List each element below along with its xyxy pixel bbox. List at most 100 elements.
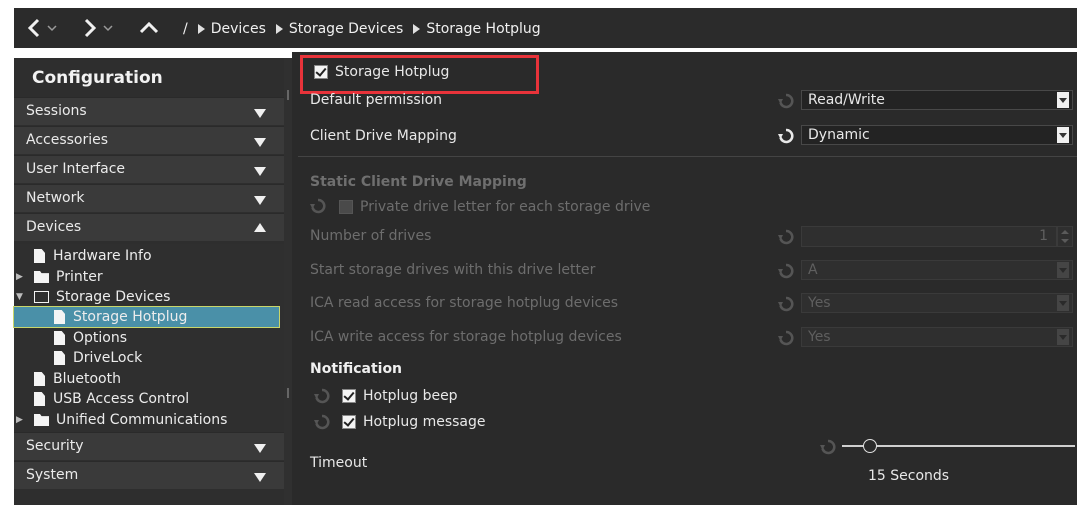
- reset-icon[interactable]: [778, 128, 794, 144]
- breadcrumb-devices[interactable]: Devices: [197, 21, 266, 37]
- file-icon: [54, 351, 65, 365]
- collapse-arrow-icon: [254, 223, 266, 232]
- file-icon: [54, 331, 65, 345]
- reset-icon[interactable]: [778, 330, 794, 346]
- tree-item-label: Bluetooth: [53, 371, 121, 387]
- tree-item-hardware-info[interactable]: Hardware Info: [22, 246, 152, 266]
- tree-item-label: DriveLock: [73, 350, 143, 366]
- file-icon: [34, 392, 45, 406]
- hotplug-beep-checkbox[interactable]: [342, 389, 356, 403]
- private-drive-letter-label: Private drive letter for each storage dr…: [360, 199, 651, 215]
- tree-item-drivelock[interactable]: DriveLock: [54, 348, 142, 368]
- breadcrumb-arrow-icon: [275, 24, 283, 34]
- reset-icon[interactable]: [778, 296, 794, 312]
- write-access-label: ICA write access for storage hotplug dev…: [310, 329, 622, 345]
- breadcrumb-storage-hotplug-label: Storage Hotplug: [426, 21, 541, 37]
- tree-item-storage-hotplug[interactable]: Storage Hotplug: [13, 306, 280, 328]
- tree-item-options[interactable]: Options: [54, 328, 127, 348]
- forward-button[interactable]: [82, 16, 122, 40]
- timeout-label: Timeout: [310, 455, 368, 471]
- splitter-grip: [287, 388, 289, 398]
- storage-hotplug-checkbox[interactable]: [314, 65, 328, 79]
- spin-down-icon: [1061, 239, 1069, 243]
- sidebar-section-devices[interactable]: Devices: [14, 213, 284, 241]
- number-of-drives-stepper[interactable]: [1057, 226, 1073, 247]
- breadcrumb-storage-devices[interactable]: Storage Devices: [275, 21, 404, 37]
- reset-icon[interactable]: [820, 439, 836, 455]
- private-drive-letter-checkbox[interactable]: [339, 200, 353, 214]
- default-permission-dropdown[interactable]: Read/Write: [801, 90, 1073, 110]
- sidebar-section-sessions[interactable]: Sessions: [14, 97, 284, 125]
- tree-item-label: Storage Hotplug: [73, 309, 188, 325]
- write-access-dropdown[interactable]: Yes: [801, 327, 1073, 347]
- tree-item-unified-communications[interactable]: ▶ Unified Communications: [14, 410, 227, 430]
- sidebar-section-label: User Interface: [26, 161, 126, 177]
- sidebar-section-security[interactable]: Security: [14, 432, 284, 460]
- dropdown-value: Yes: [808, 295, 831, 311]
- sidebar-section-user-interface[interactable]: User Interface: [14, 155, 284, 183]
- client-drive-mapping-label: Client Drive Mapping: [310, 128, 457, 144]
- collapse-arrow-icon[interactable]: ▼: [14, 292, 34, 302]
- chevron-down-icon: [1057, 262, 1069, 278]
- default-permission-label: Default permission: [310, 92, 443, 108]
- reset-icon[interactable]: [778, 263, 794, 279]
- sidebar-section-label: Security: [26, 438, 84, 454]
- breadcrumb-storage-hotplug[interactable]: Storage Hotplug: [413, 21, 541, 37]
- chevron-down-icon: [1057, 295, 1069, 311]
- breadcrumb-root[interactable]: /: [183, 21, 188, 37]
- breadcrumb-storage-devices-label: Storage Devices: [288, 21, 404, 37]
- storage-hotplug-label: Storage Hotplug: [335, 64, 450, 80]
- expand-arrow-icon[interactable]: ▶: [14, 272, 34, 282]
- sidebar-section-label: Accessories: [26, 132, 109, 148]
- tree-item-label: Hardware Info: [53, 248, 152, 264]
- splitter-grip: [287, 90, 289, 100]
- sidebar-section-system[interactable]: System: [14, 461, 284, 489]
- reset-icon[interactable]: [778, 93, 794, 109]
- expand-arrow-icon: [254, 196, 266, 205]
- expand-arrow-icon: [254, 167, 266, 176]
- dropdown-value: Read/Write: [808, 92, 885, 108]
- read-access-dropdown[interactable]: Yes: [801, 293, 1073, 313]
- number-of-drives-label: Number of drives: [310, 228, 432, 244]
- file-icon: [54, 310, 65, 324]
- spin-value: 1: [1039, 228, 1048, 244]
- devices-tree: Hardware Info ▶ Printer ▼ Storage Device…: [13, 244, 284, 432]
- file-icon: [34, 249, 45, 263]
- tree-item-bluetooth[interactable]: Bluetooth: [22, 369, 121, 389]
- folder-icon: [34, 271, 49, 283]
- up-button[interactable]: [137, 16, 161, 40]
- reset-icon[interactable]: [314, 414, 330, 430]
- client-drive-mapping-dropdown[interactable]: Dynamic: [801, 125, 1073, 145]
- tree-item-printer[interactable]: ▶ Printer: [14, 267, 103, 287]
- hotplug-message-checkbox[interactable]: [342, 415, 356, 429]
- dropdown-value: A: [808, 262, 818, 278]
- reset-icon[interactable]: [310, 198, 326, 214]
- sidebar-section-label: Sessions: [26, 103, 87, 119]
- sidebar-section-accessories[interactable]: Accessories: [14, 126, 284, 154]
- back-button[interactable]: [24, 16, 64, 40]
- settings-panel: Storage Hotplug Default permission Read/…: [292, 52, 1077, 505]
- breadcrumb-devices-label: Devices: [210, 21, 266, 37]
- start-letter-label: Start storage drives with this drive let…: [310, 262, 596, 278]
- expand-arrow-icon[interactable]: ▶: [14, 415, 34, 425]
- notification-title: Notification: [310, 361, 403, 377]
- number-of-drives-input[interactable]: 1: [801, 226, 1057, 247]
- tree-item-label: Unified Communications: [56, 412, 228, 428]
- folder-open-icon: [34, 291, 49, 303]
- sidebar-section-network[interactable]: Network: [14, 184, 284, 212]
- expand-arrow-icon: [254, 444, 266, 453]
- start-letter-dropdown[interactable]: A: [801, 260, 1073, 280]
- panel-splitter[interactable]: [284, 58, 292, 505]
- tree-item-storage-devices[interactable]: ▼ Storage Devices: [14, 287, 170, 307]
- hotplug-beep-label: Hotplug beep: [363, 388, 458, 404]
- breadcrumb-arrow-icon: [413, 24, 421, 34]
- timeout-slider-handle[interactable]: [862, 439, 877, 453]
- tree-item-usb-access-control[interactable]: USB Access Control: [22, 389, 189, 409]
- hotplug-message-label: Hotplug message: [363, 414, 486, 430]
- sidebar-section-label: System: [26, 467, 79, 483]
- reset-icon[interactable]: [778, 229, 794, 245]
- chevron-down-icon: [1057, 92, 1069, 108]
- tree-item-label: USB Access Control: [53, 391, 190, 407]
- reset-icon[interactable]: [314, 388, 330, 404]
- tree-item-label: Printer: [56, 269, 103, 285]
